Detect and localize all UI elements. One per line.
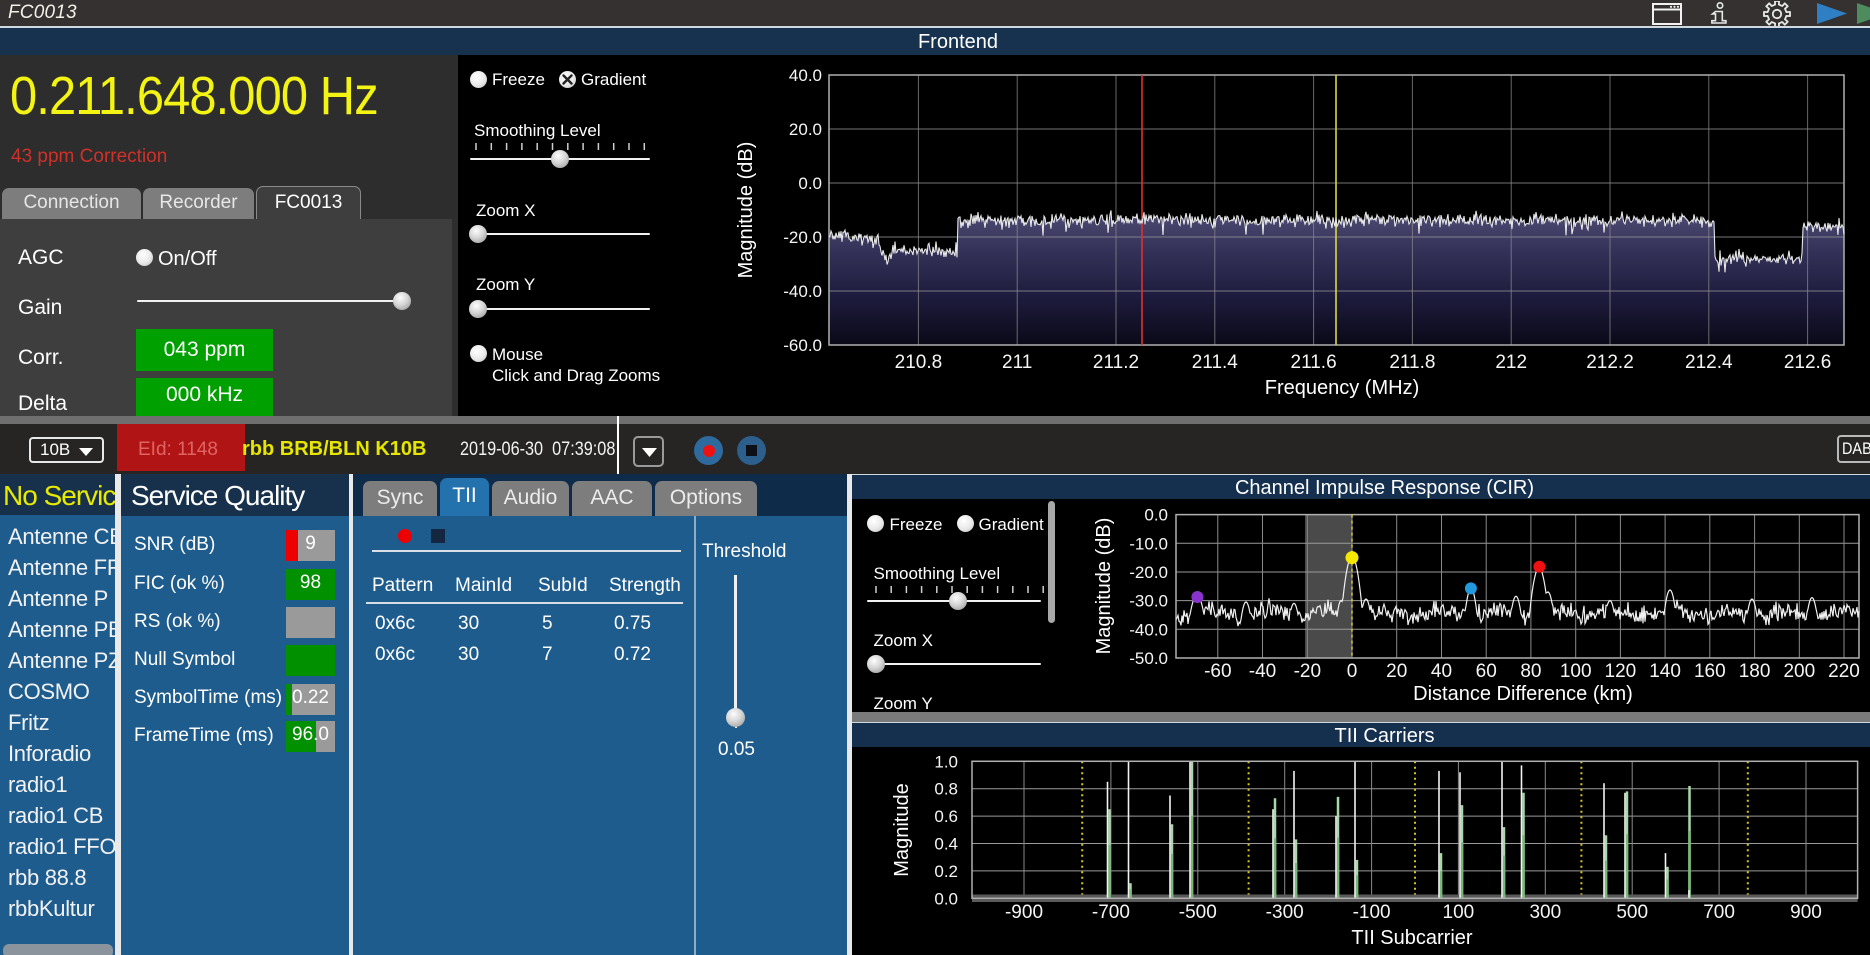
svg-text:-900: -900	[1005, 902, 1043, 923]
svg-text:700: 700	[1703, 902, 1735, 923]
svg-text:Magnitude: Magnitude	[891, 783, 913, 876]
svg-text:0.4: 0.4	[934, 835, 958, 854]
svg-text:900: 900	[1790, 902, 1822, 923]
svg-text:100: 100	[1443, 902, 1475, 923]
svg-text:1.0: 1.0	[934, 752, 958, 771]
svg-text:0.0: 0.0	[934, 889, 958, 908]
svg-text:TII Subcarrier: TII Subcarrier	[1351, 927, 1472, 949]
svg-text:500: 500	[1616, 902, 1648, 923]
svg-text:0.8: 0.8	[934, 780, 958, 799]
svg-text:300: 300	[1529, 902, 1561, 923]
svg-text:0.2: 0.2	[934, 862, 958, 881]
svg-text:-300: -300	[1266, 902, 1304, 923]
svg-text:0.6: 0.6	[934, 807, 958, 826]
svg-text:-700: -700	[1092, 902, 1130, 923]
svg-text:-100: -100	[1353, 902, 1391, 923]
svg-text:-500: -500	[1179, 902, 1217, 923]
